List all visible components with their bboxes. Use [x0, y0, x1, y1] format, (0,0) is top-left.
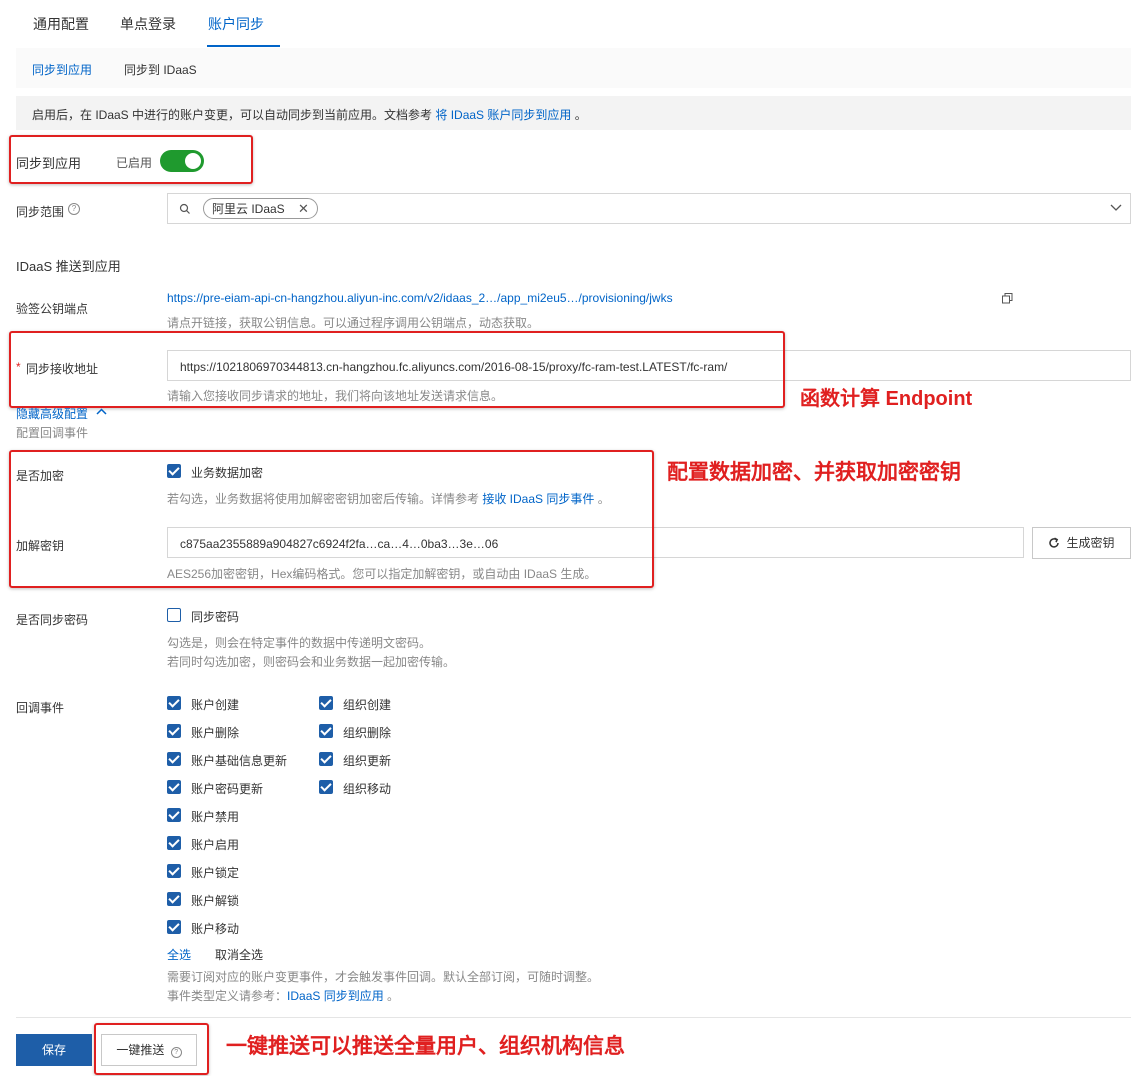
event-label-account-unlock: 账户解锁: [191, 894, 240, 908]
event-checkbox-account-create[interactable]: [167, 696, 181, 710]
search-icon: [179, 203, 190, 214]
events-hint-2-suffix: 。: [383, 989, 400, 1003]
refresh-icon: [1049, 537, 1060, 548]
event-checkbox-org-update[interactable]: [319, 752, 333, 766]
subtab-sync-to-idaas[interactable]: 同步到 IDaaS: [124, 61, 197, 78]
annotation-box-push: [94, 1023, 209, 1075]
chevron-up-icon[interactable]: [96, 408, 107, 415]
event-checkbox-account-disable[interactable]: [167, 808, 181, 822]
event-checkbox-account-enable[interactable]: [167, 836, 181, 850]
close-icon[interactable]: ✕: [298, 201, 309, 216]
sync-password-checkbox[interactable]: [167, 608, 181, 622]
sync-password-checkbox-label: 同步密码: [191, 610, 240, 624]
annotation-endpoint: 函数计算 Endpoint: [800, 388, 973, 410]
event-checkbox-org-create[interactable]: [319, 696, 333, 710]
event-checkbox-account-move[interactable]: [167, 920, 181, 934]
event-checkbox-account-password-update[interactable]: [167, 780, 181, 794]
event-checkbox-account-lock[interactable]: [167, 864, 181, 878]
sync-scope-label: 同步范围: [16, 205, 65, 219]
generate-key-label: 生成密钥: [1066, 536, 1115, 550]
sub-tabs: 同步到应用 同步到 IDaaS: [16, 48, 1131, 88]
active-tab-indicator: [207, 45, 280, 47]
annotation-box-encryption: [9, 450, 654, 588]
copy-icon[interactable]: [1002, 293, 1013, 304]
verify-key-label: 验签公钥端点: [16, 302, 89, 316]
events-hint-1: 需要订阅对应的账户变更事件，才会触发事件回调。默认全部订阅，可随时调整。: [167, 970, 600, 984]
advanced-sub-label: 配置回调事件: [16, 426, 89, 440]
scope-tag: 阿里云 IDaaS ✕: [203, 198, 318, 219]
section-title: IDaaS 推送到应用: [16, 259, 121, 274]
event-checkbox-org-move[interactable]: [319, 780, 333, 794]
event-label-account-lock: 账户锁定: [191, 866, 240, 880]
sync-password-hint-1: 勾选是，则会在特定事件的数据中传递明文密码。: [167, 636, 432, 650]
event-label-account-delete: 账户删除: [191, 726, 240, 740]
events-hint-2-text: 事件类型定义请参考：: [167, 989, 288, 1003]
sync-scope-select[interactable]: 阿里云 IDaaS ✕: [167, 193, 1131, 224]
event-checkbox-account-delete[interactable]: [167, 724, 181, 738]
tab-general[interactable]: 通用配置: [33, 14, 89, 34]
event-label-account-disable: 账户禁用: [191, 810, 240, 824]
notice-doc-link[interactable]: 将 IDaaS 账户同步到应用: [435, 108, 571, 122]
annotation-push: 一键推送可以推送全量用户、组织机构信息: [226, 1035, 625, 1058]
annotation-encryption: 配置数据加密、并获取加密密钥: [667, 461, 961, 484]
notice-suffix: 。: [571, 108, 587, 122]
event-checkbox-account-unlock[interactable]: [167, 892, 181, 906]
events-label: 回调事件: [16, 701, 65, 715]
scope-tag-label: 阿里云 IDaaS: [212, 202, 285, 216]
generate-key-button[interactable]: 生成密钥: [1032, 527, 1131, 559]
help-icon[interactable]: ?: [68, 203, 80, 215]
event-label-org-update: 组织更新: [343, 754, 392, 768]
notice-text: 启用后，在 IDaaS 中进行的账户变更，可以自动同步到当前应用。文档参考: [32, 108, 436, 122]
select-all-link[interactable]: 全选: [167, 946, 191, 963]
subtab-sync-to-app[interactable]: 同步到应用: [32, 61, 92, 78]
sync-password-label: 是否同步密码: [16, 613, 89, 627]
event-label-account-password-update: 账户密码更新: [191, 782, 264, 796]
info-notice: 启用后，在 IDaaS 中进行的账户变更，可以自动同步到当前应用。文档参考 将 …: [16, 96, 1131, 130]
chevron-down-icon: [1110, 204, 1122, 211]
annotation-box-toggle: [9, 135, 253, 184]
events-hint-2-link[interactable]: IDaaS 同步到应用: [287, 989, 384, 1003]
hide-advanced-toggle[interactable]: 隐藏高级配置: [16, 405, 88, 422]
event-label-account-enable: 账户启用: [191, 838, 240, 852]
deselect-all-link[interactable]: 取消全选: [215, 946, 263, 963]
sync-password-hint-2: 若同时勾选加密，则密码会和业务数据一起加密传输。: [167, 655, 456, 669]
save-button[interactable]: 保存: [16, 1034, 92, 1066]
tab-account-sync[interactable]: 账户同步: [208, 14, 264, 34]
annotation-box-endpoint: [9, 331, 785, 408]
event-label-org-move: 组织移动: [343, 782, 392, 796]
event-label-account-move: 账户移动: [191, 922, 240, 936]
event-label-org-delete: 组织删除: [343, 726, 392, 740]
top-tabs: 通用配置 单点登录 账户同步: [16, 0, 1131, 49]
event-checkbox-account-info-update[interactable]: [167, 752, 181, 766]
event-label-org-create: 组织创建: [343, 698, 392, 712]
event-label-account-create: 账户创建: [191, 698, 240, 712]
verify-key-url[interactable]: https://pre-eiam-api-cn-hangzhou.aliyun-…: [167, 291, 673, 305]
verify-key-hint: 请点开链接，获取公钥信息。可以通过程序调用公钥端点，动态获取。: [167, 316, 540, 330]
event-checkbox-org-delete[interactable]: [319, 724, 333, 738]
events-hint-2: 事件类型定义请参考：IDaaS 同步到应用 。: [167, 987, 399, 1004]
tab-sso[interactable]: 单点登录: [120, 14, 176, 34]
event-label-account-info-update: 账户基础信息更新: [191, 754, 288, 768]
footer-divider: [16, 1017, 1131, 1018]
